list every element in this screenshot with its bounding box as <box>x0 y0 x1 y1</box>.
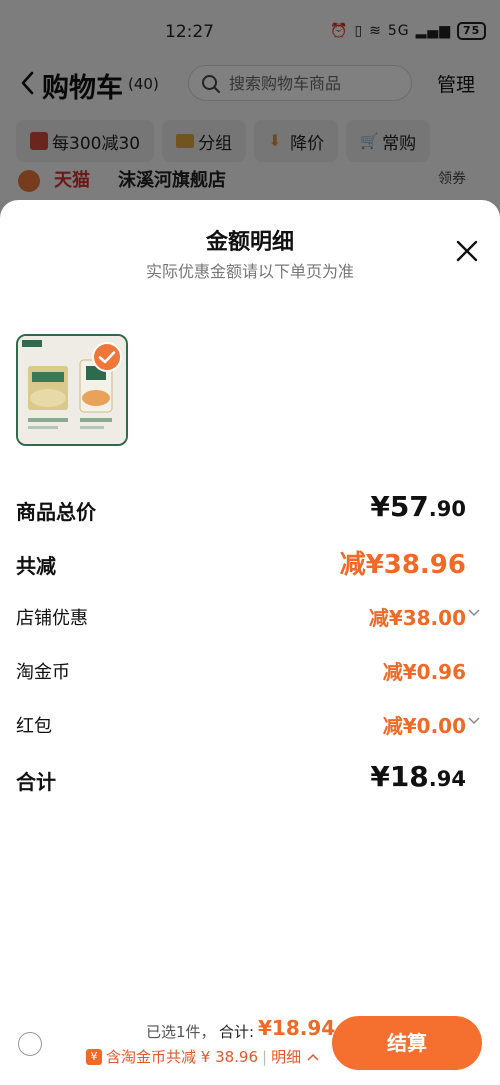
selected-check-icon <box>92 342 122 372</box>
row-value: 减¥38.00 <box>368 606 466 630</box>
selected-count: 已选1件， <box>146 1023 216 1041</box>
close-icon[interactable] <box>456 240 478 262</box>
row-value: ¥18.94 <box>370 760 466 793</box>
row-value: 减¥0.96 <box>382 660 466 684</box>
chevron-up-icon[interactable] <box>307 1052 319 1062</box>
select-all-radio[interactable] <box>18 1032 42 1056</box>
checkout-bar: 已选1件， 合计: ¥18.94 ¥ 含淘金币共减 ¥ 38.96 | 明细 结… <box>0 1010 500 1085</box>
coin-icon: ¥ <box>86 1048 102 1065</box>
amount-detail-sheet: 金额明细 实际优惠金额请以下单页为准 商品总价 ¥57.90 共减 减¥38.9… <box>0 200 500 1085</box>
row-red-packet[interactable]: 红包 减¥0.00 <box>16 706 480 742</box>
row-value: 减¥0.00 <box>382 714 466 738</box>
discount-line[interactable]: ¥ 含淘金币共减 ¥ 38.96 | 明细 <box>86 1046 319 1067</box>
chevron-down-icon[interactable] <box>468 716 480 726</box>
row-taojinbi: 淘金币 减¥0.96 <box>16 652 466 688</box>
sheet-subtitle: 实际优惠金额请以下单页为准 <box>145 262 354 281</box>
row-label: 商品总价 <box>16 500 96 524</box>
product-thumbnail[interactable] <box>16 334 128 446</box>
detail-link[interactable]: 明细 <box>271 1046 301 1067</box>
row-label: 合计 <box>16 770 56 794</box>
value-cents: .94 <box>428 767 466 791</box>
discount-text: 含淘金币共减 ¥ 38.96 <box>106 1048 259 1066</box>
value-main: ¥18 <box>370 760 429 793</box>
row-store-discount[interactable]: 店铺优惠 减¥38.00 <box>16 598 480 634</box>
row-value: ¥57.90 <box>370 490 466 523</box>
value-cents: .90 <box>428 497 466 521</box>
row-label: 共减 <box>16 554 56 578</box>
checkout-button[interactable]: 结算 <box>332 1016 482 1070</box>
row-total-discount: 共减 减¥38.96 <box>16 544 466 580</box>
row-value: 减¥38.96 <box>339 550 466 580</box>
separator: | <box>262 1047 268 1066</box>
row-label: 店铺优惠 <box>16 608 88 629</box>
total-value: ¥18.94 <box>258 1016 336 1040</box>
total-label: 合计: <box>219 1023 255 1041</box>
sheet-title: 金额明细 <box>205 230 294 255</box>
value-main: ¥57 <box>370 490 429 523</box>
row-label: 红包 <box>16 716 52 737</box>
row-item-total: 商品总价 ¥57.90 <box>16 490 466 526</box>
row-label: 淘金币 <box>16 662 70 683</box>
row-grand-total: 合计 ¥18.94 <box>16 760 466 796</box>
chevron-down-icon[interactable] <box>468 608 480 618</box>
